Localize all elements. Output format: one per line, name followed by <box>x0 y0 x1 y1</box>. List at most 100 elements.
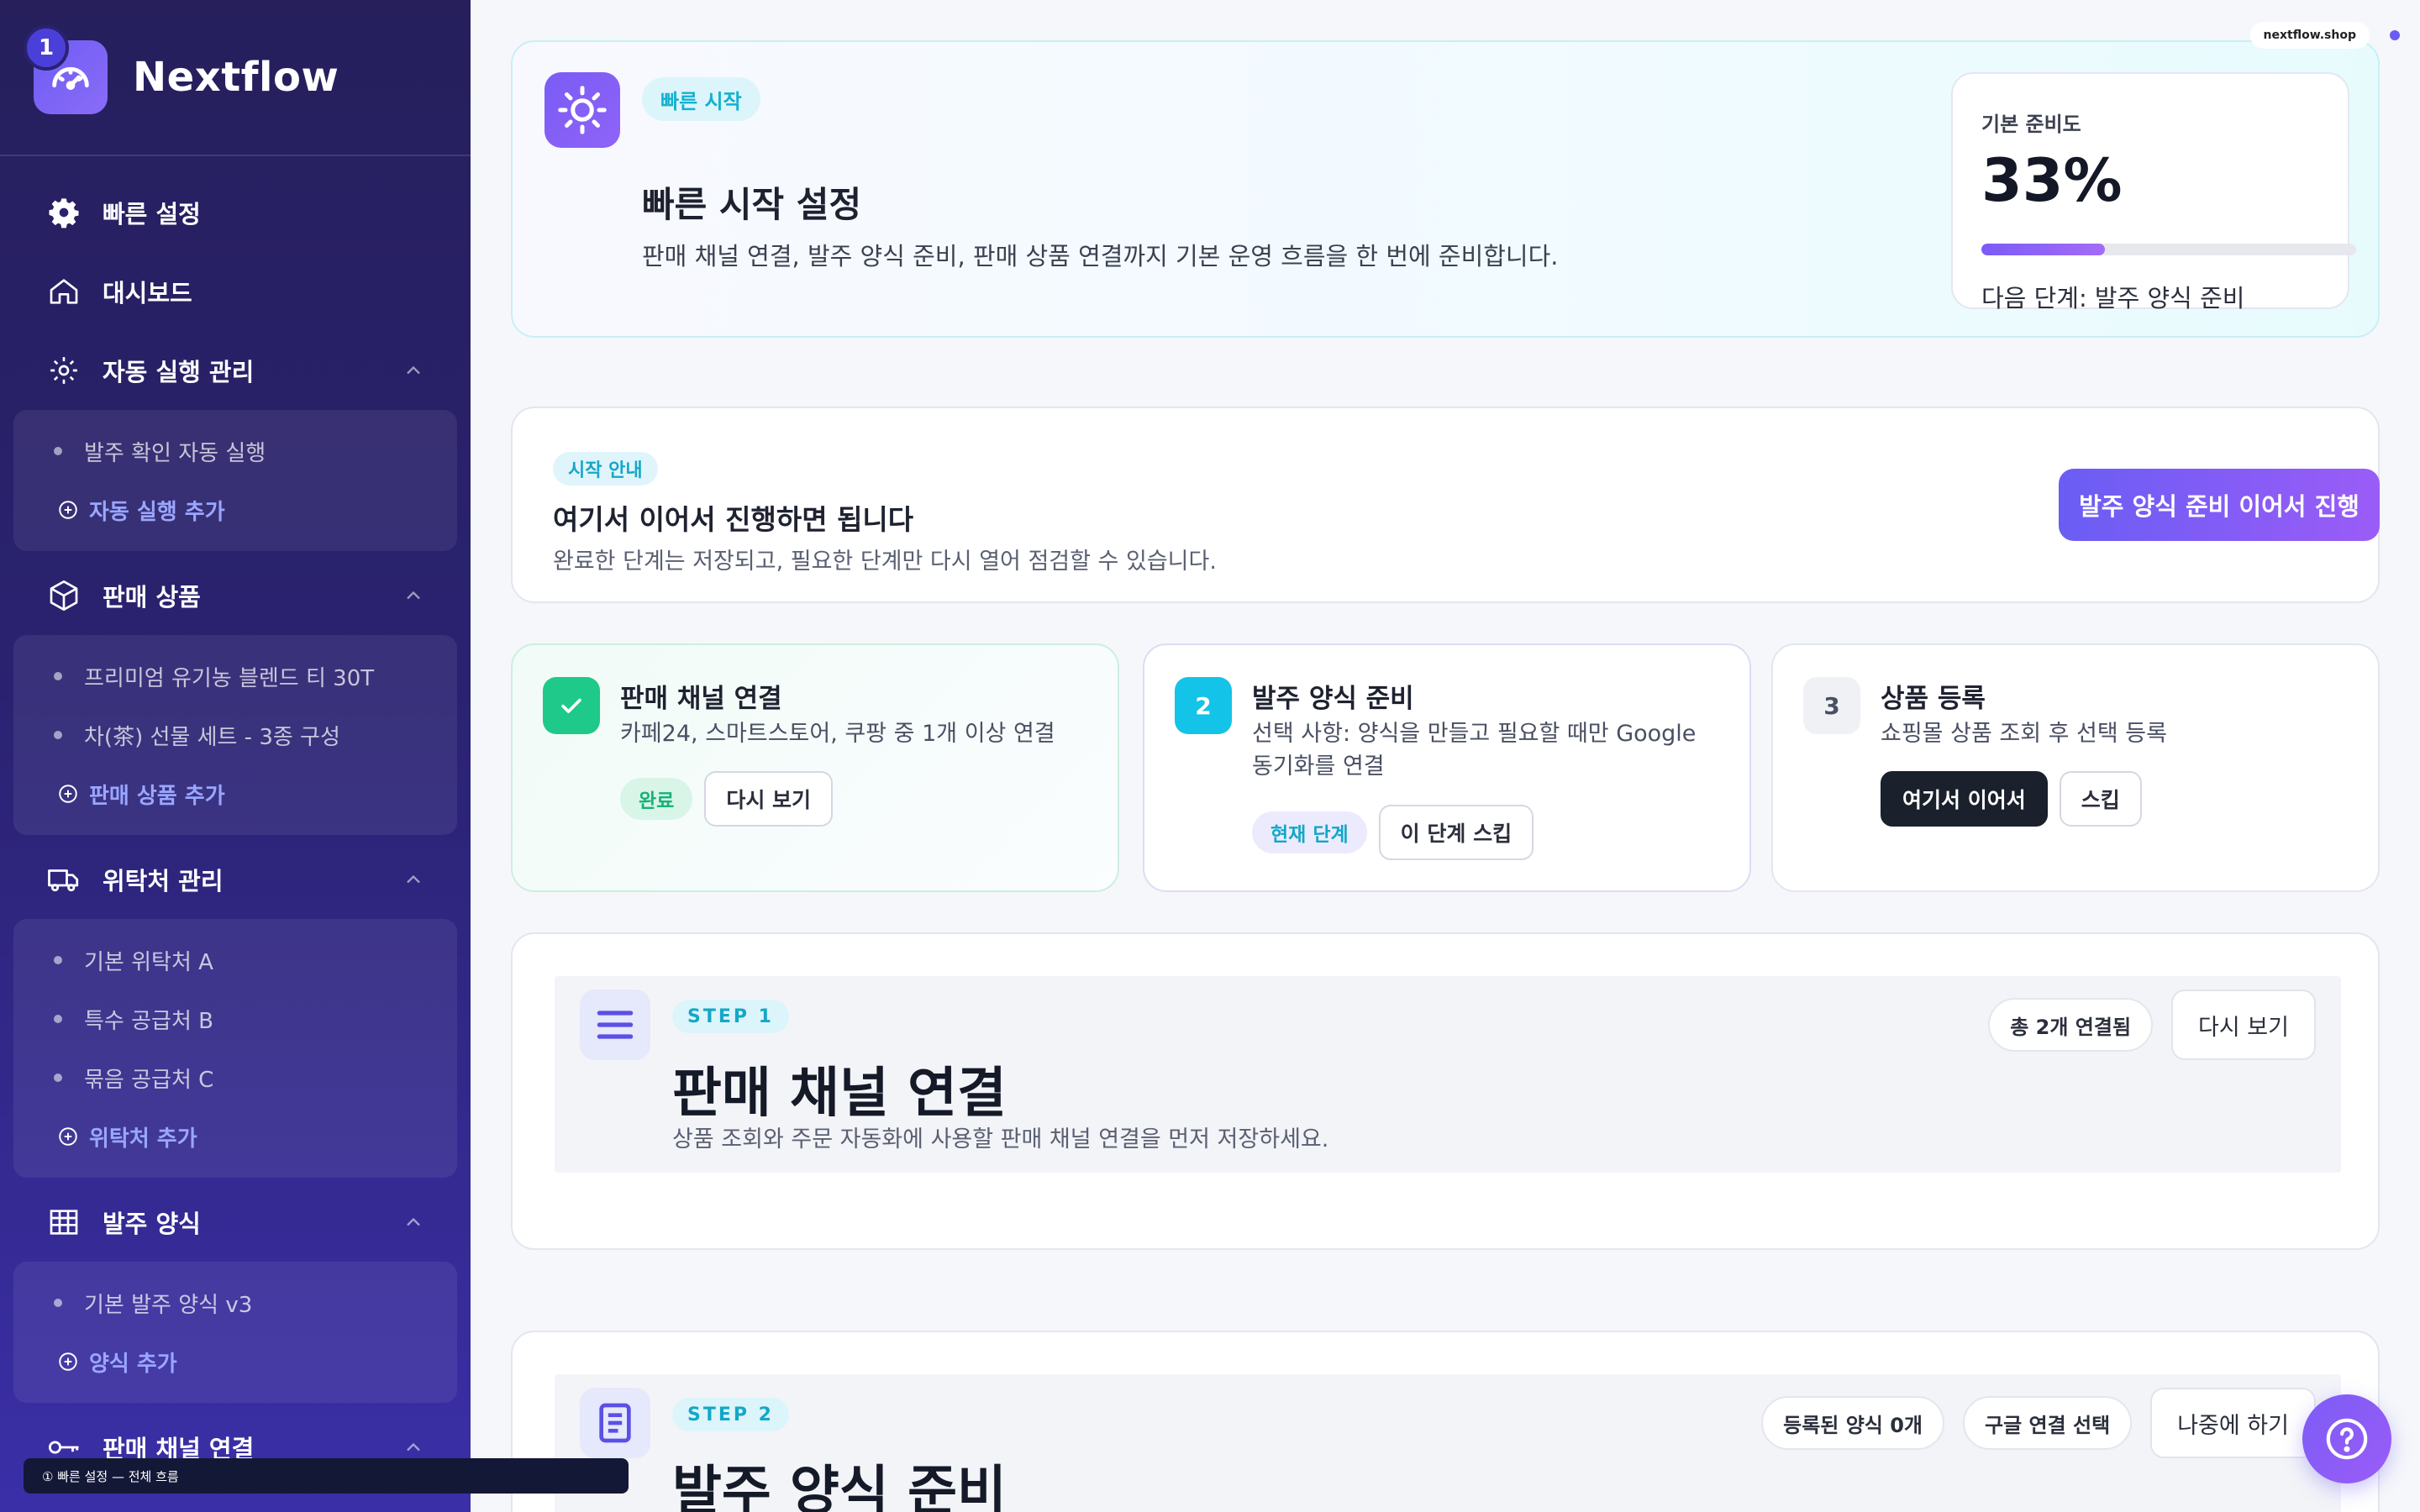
submenu-item-label: 차(茶) 선물 세트 - 3종 구성 <box>84 724 340 750</box>
add-link-label: 자동 실행 추가 <box>89 499 225 525</box>
step-card-products: 3 상품 등록 쇼핑몰 상품 조회 후 선택 등록 여기서 이어서 스킵 <box>1771 643 2380 892</box>
step-title: 상품 등록 <box>1881 684 1986 714</box>
add-link-label: 판매 상품 추가 <box>89 783 225 809</box>
sidebar-nav: 빠른 설정 대시보드 자동 실행 관리 발주 확인 자동 실행 자동 실행 추가 <box>0 156 471 1487</box>
add-product-link[interactable]: 판매 상품 추가 <box>13 764 457 823</box>
step1-actions: 총 2개 연결됨 다시 보기 <box>1988 990 2316 1060</box>
submenu-item[interactable]: 기본 위탁처 A <box>13 931 457 990</box>
step-section-title: 발주 양식 준비 <box>672 1461 1007 1512</box>
menu-lines-icon <box>580 990 650 1060</box>
help-button[interactable] <box>2302 1394 2391 1483</box>
sidebar-item-label: 판매 상품 <box>103 583 201 612</box>
chevron-up-icon[interactable] <box>402 868 425 891</box>
submenu-item[interactable]: 특수 공급처 B <box>13 990 457 1048</box>
brand-header: 1 Nextflow <box>0 0 471 156</box>
step-description: 카페24, 스마트스토어, 쿠팡 중 1개 이상 연결 <box>620 721 1055 747</box>
review-button[interactable]: 다시 보기 <box>704 771 834 827</box>
page-title: 빠른 시작 설정 <box>642 184 862 225</box>
add-link-label: 위탁처 추가 <box>89 1126 197 1152</box>
sidebar-item-label: 빠른 설정 <box>103 200 201 228</box>
sidebar-item-quick-setup[interactable]: 빠른 설정 <box>13 173 457 252</box>
step1-section: STEP 1 판매 채널 연결 상품 조회와 주문 자동화에 사용할 판매 채널… <box>511 932 2380 1250</box>
submenu-item[interactable]: 프리미엄 유기농 블렌드 티 30T <box>13 647 457 706</box>
guide-card: 시작 안내 여기서 이어서 진행하면 됩니다 완료한 단계는 저장되고, 필요한… <box>511 407 2380 603</box>
sidebar-item-suppliers[interactable]: 위탁처 관리 <box>13 840 457 919</box>
chevron-up-icon[interactable] <box>402 1436 425 1459</box>
add-form-link[interactable]: 양식 추가 <box>13 1332 457 1391</box>
submenu-item[interactable]: 묶음 공급처 C <box>13 1048 457 1107</box>
sidebar-item-dashboard[interactable]: 대시보드 <box>13 252 457 331</box>
submenu-item[interactable]: 기본 발주 양식 v3 <box>13 1273 457 1332</box>
box-icon <box>45 577 82 614</box>
continue-order-form-button[interactable]: 발주 양식 준비 이어서 진행 <box>2059 469 2380 541</box>
readiness-progress-fill <box>1981 244 2106 255</box>
submenu-item[interactable]: 발주 확인 자동 실행 <box>13 422 457 480</box>
step-actions: 현재 단계 이 단계 스킵 <box>1252 805 1534 860</box>
chevron-up-icon[interactable] <box>402 584 425 607</box>
status-toast: ① 빠른 설정 — 전체 흐름 <box>24 1458 629 1494</box>
submenu-item-label: 기본 발주 양식 v3 <box>84 1292 253 1318</box>
add-automation-link[interactable]: 자동 실행 추가 <box>13 480 457 539</box>
sidebar-item-label: 발주 양식 <box>103 1210 201 1238</box>
sidebar-item-label: 위탁처 관리 <box>103 867 224 895</box>
status-badge: 현재 단계 <box>1252 811 1367 853</box>
step-card-channels: 판매 채널 연결 카페24, 스마트스토어, 쿠팡 중 1개 이상 연결 완료 … <box>511 643 1119 892</box>
google-link-chip[interactable]: 구글 연결 선택 <box>1963 1396 2133 1450</box>
plus-circle-icon <box>59 1127 77 1146</box>
step-description: 선택 사항: 양식을 만들고 필요할 때만 Google 동기화를 연결 <box>1252 721 1697 780</box>
chevron-up-icon[interactable] <box>402 1210 425 1234</box>
step2-section: STEP 2 발주 양식 준비 등록된 양식 0개 구글 연결 선택 나중에 하… <box>511 1331 2380 1512</box>
home-icon <box>45 273 82 310</box>
continue-here-button[interactable]: 여기서 이어서 <box>1881 771 2048 827</box>
site-domain-badge: nextflow.shop <box>2249 22 2370 49</box>
plus-circle-icon <box>59 501 77 519</box>
step-number: 3 <box>1803 677 1860 734</box>
step-number: 2 <box>1175 677 1232 734</box>
step-title: 발주 양식 준비 <box>1252 684 1414 714</box>
step2-actions: 등록된 양식 0개 구글 연결 선택 나중에 하기 <box>1761 1388 2316 1458</box>
main-content: 빠른 시작 빠른 시작 설정 판매 채널 연결, 발주 양식 준비, 판매 상품… <box>471 0 2420 1512</box>
sidebar-item-automation[interactable]: 자동 실행 관리 <box>13 331 457 410</box>
hero-card: 빠른 시작 빠른 시작 설정 판매 채널 연결, 발주 양식 준비, 판매 상품… <box>511 40 2380 338</box>
sidebar-item-label: 대시보드 <box>103 279 192 307</box>
step-actions: 여기서 이어서 스킵 <box>1881 771 2142 827</box>
truck-icon <box>45 861 82 898</box>
brand-name: Nextflow <box>133 54 339 101</box>
bullet-icon <box>54 1299 62 1307</box>
sidebar-item-order-forms[interactable]: 발주 양식 <box>13 1183 457 1262</box>
sidebar-item-label: 자동 실행 관리 <box>103 358 255 386</box>
table-icon <box>45 1204 82 1241</box>
step-section-title: 판매 채널 연결 <box>672 1063 1007 1125</box>
submenu-item[interactable]: 차(茶) 선물 세트 - 3종 구성 <box>13 706 457 764</box>
settings-icon <box>45 352 82 389</box>
readiness-next-step: 다음 단계: 발주 양식 준비 <box>1981 284 2245 312</box>
connected-count-chip: 총 2개 연결됨 <box>1988 998 2154 1052</box>
step-card-order-form: 2 발주 양식 준비 선택 사항: 양식을 만들고 필요할 때만 Google … <box>1143 643 1751 892</box>
step-description: 쇼핑몰 상품 조회 후 선택 등록 <box>1881 721 2167 747</box>
readiness-card: 기본 준비도 33% 다음 단계: 발주 양식 준비 <box>1951 72 2356 312</box>
document-icon <box>580 1388 650 1458</box>
readiness-progress-bar <box>1981 244 2356 255</box>
guide-description: 완료한 단계는 저장되고, 필요한 단계만 다시 열어 점검할 수 있습니다. <box>553 549 1217 575</box>
add-supplier-link[interactable]: 위탁처 추가 <box>13 1107 457 1166</box>
skip-step-button[interactable]: 이 단계 스킵 <box>1378 805 1534 860</box>
bullet-icon <box>54 672 62 680</box>
submenu-item-label: 기본 위탁처 A <box>84 949 213 975</box>
sidebar-item-products[interactable]: 판매 상품 <box>13 556 457 635</box>
skip-button[interactable]: 스킵 <box>2059 771 2142 827</box>
chevron-up-icon[interactable] <box>402 359 425 382</box>
gear-icon <box>45 194 82 231</box>
review-step1-button[interactable]: 다시 보기 <box>2171 990 2316 1060</box>
submenu-item-label: 묶음 공급처 C <box>84 1067 214 1093</box>
quick-start-pill: 빠른 시작 <box>642 77 760 121</box>
submenu-order-forms: 기본 발주 양식 v3 양식 추가 <box>13 1262 457 1403</box>
bullet-icon <box>54 731 62 739</box>
submenu-item-label: 특수 공급처 B <box>84 1008 213 1034</box>
readiness-label: 기본 준비도 <box>1981 113 2081 136</box>
plus-circle-icon <box>59 1352 77 1371</box>
later-button[interactable]: 나중에 하기 <box>2150 1388 2316 1458</box>
bullet-icon <box>54 956 62 964</box>
submenu-products: 프리미엄 유기농 블렌드 티 30T 차(茶) 선물 세트 - 3종 구성 판매… <box>13 635 457 835</box>
sidebar: 1 Nextflow 빠른 설정 대시보드 자동 실행 관리 발주 확인 자동 … <box>0 0 471 1512</box>
guide-pill: 시작 안내 <box>553 452 658 486</box>
